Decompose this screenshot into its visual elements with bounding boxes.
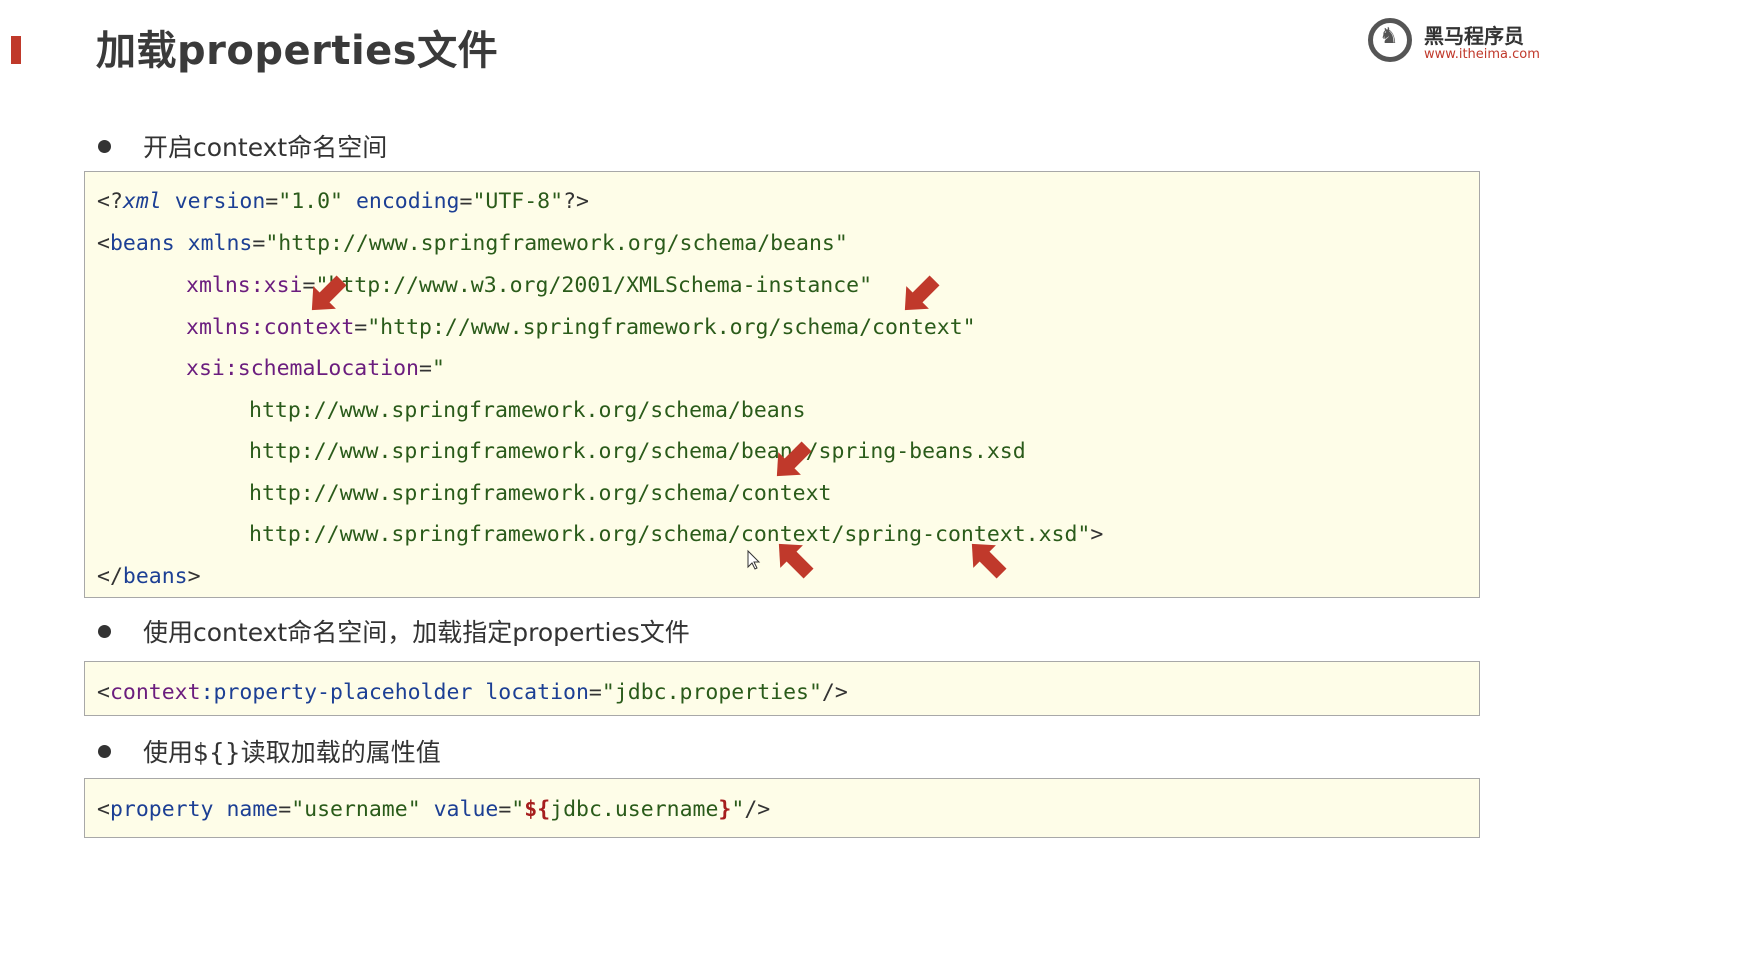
mouse-cursor-icon [747, 549, 761, 570]
annotation-arrows [300, 269, 1013, 585]
down-left-arrow-icon [765, 435, 818, 488]
up-left-arrow-icon [960, 532, 1013, 585]
up-left-arrow-icon [767, 532, 820, 585]
down-left-arrow-icon [893, 269, 946, 322]
down-left-arrow-icon [300, 269, 353, 322]
